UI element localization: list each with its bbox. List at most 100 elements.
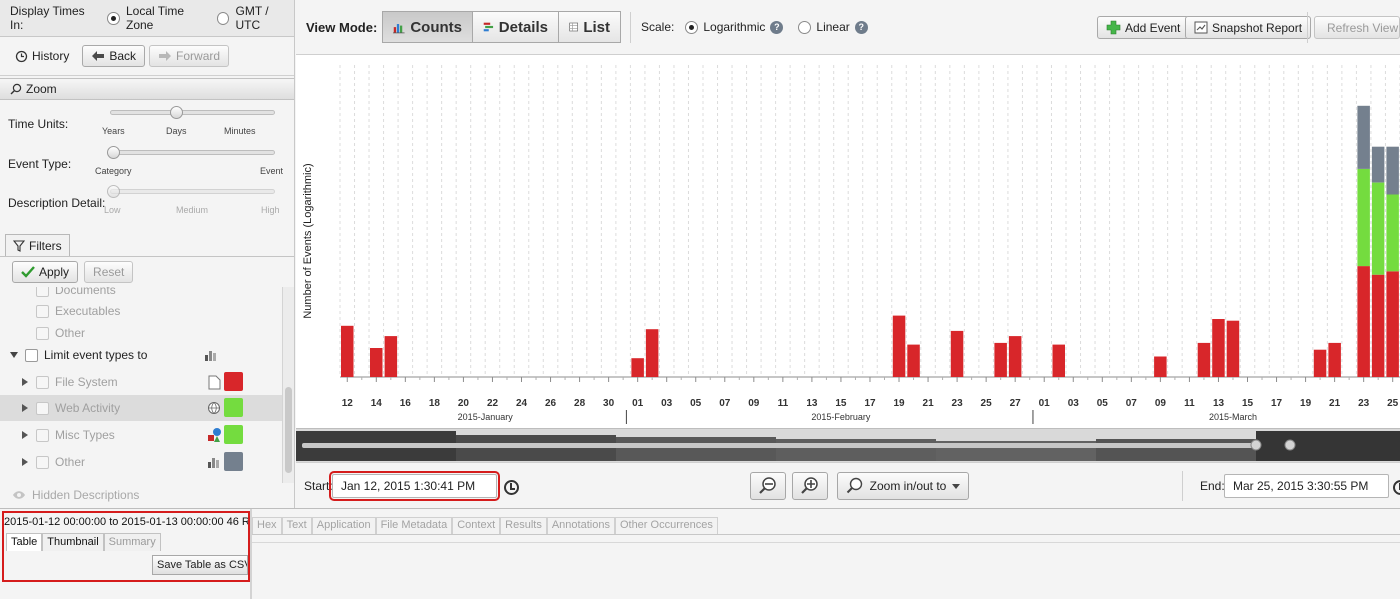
overview-segment (616, 437, 776, 461)
filters-title: Filters (29, 239, 62, 253)
file-system-checkbox[interactable] (36, 375, 49, 389)
other-bottom-checkbox[interactable] (36, 455, 49, 469)
tab-table[interactable]: Table (6, 533, 43, 551)
tab-results[interactable]: Results (500, 517, 547, 534)
expand-arrow-icon[interactable] (10, 352, 18, 358)
overview-range-start-handle[interactable] (1250, 439, 1262, 451)
content-viewer-tabs: Hex Text Application File Metadata Conte… (252, 517, 718, 534)
x-tick-label: 27 (1010, 398, 1022, 409)
snapshot-report-button[interactable]: Snapshot Report (1185, 16, 1312, 39)
executables-checkbox[interactable] (36, 304, 49, 318)
file-system-color-swatch[interactable] (224, 372, 243, 391)
local-timezone-label[interactable]: Local Time Zone (126, 4, 211, 32)
apply-button[interactable]: Apply (12, 261, 79, 283)
filter-item-file-system[interactable]: File System (0, 369, 282, 395)
time-units-slider[interactable] (110, 110, 275, 115)
filters-tab[interactable]: Filters (5, 234, 70, 257)
gmt-utc-radio[interactable] (216, 11, 230, 25)
add-event-button[interactable]: Add Event (1097, 16, 1190, 39)
bar-file-system (1052, 344, 1065, 377)
help-icon[interactable]: ? (770, 20, 784, 34)
scrollbar-thumb[interactable] (285, 387, 292, 473)
history-button[interactable]: History (6, 45, 78, 67)
zoom-section-header[interactable]: Zoom (0, 78, 294, 100)
back-button[interactable]: Back (82, 45, 146, 67)
description-detail-slider-knob[interactable] (107, 185, 120, 198)
zoom-in-button[interactable] (792, 472, 828, 500)
end-datetime-field[interactable]: Mar 25, 2015 3:30:55 PM (1224, 474, 1389, 498)
filter-item-misc-types[interactable]: Misc Types (0, 422, 282, 448)
results-summary-text: 2015-01-12 00:00:00 to 2015-01-13 00:00:… (4, 516, 248, 528)
snapshot-label: Snapshot Report (1212, 20, 1303, 35)
start-datetime-field[interactable]: Jan 12, 2015 1:30:41 PM (329, 471, 500, 501)
event-type-slider[interactable] (110, 150, 275, 155)
x-tick-label: 05 (690, 398, 702, 409)
tab-summary[interactable]: Summary (103, 533, 161, 551)
misc-types-checkbox[interactable] (36, 428, 49, 442)
range-separator (1182, 471, 1183, 501)
start-clock-icon[interactable] (504, 480, 519, 495)
filter-item-limit-event-types[interactable]: Limit event types to (0, 342, 282, 368)
linear-label[interactable]: Linear (816, 20, 849, 34)
zoom-in-out-to-label: Zoom in/out to (869, 479, 947, 493)
expand-arrow-icon[interactable] (22, 404, 28, 412)
description-detail-slider[interactable] (110, 189, 275, 194)
timeline-overview-strip[interactable] (296, 428, 1400, 463)
save-table-as-csv-button[interactable]: Save Table as CSV (152, 555, 248, 575)
logarithmic-radio[interactable] (685, 20, 699, 34)
reset-button[interactable]: Reset (84, 261, 134, 283)
x-tick-label: 25 (981, 398, 993, 409)
time-units-slider-knob[interactable] (170, 106, 183, 119)
tab-thumbnail[interactable]: Thumbnail (42, 533, 104, 551)
expand-arrow-icon[interactable] (22, 378, 28, 386)
tab-application[interactable]: Application (311, 517, 376, 534)
event-type-slider-knob[interactable] (107, 146, 120, 159)
refresh-view-button[interactable]: Refresh View (1314, 16, 1400, 39)
event-types-icon (205, 351, 216, 361)
end-clock-icon[interactable] (1393, 480, 1400, 495)
bar-other (1371, 146, 1385, 183)
documents-label: Documents (55, 287, 116, 297)
other-top-checkbox[interactable] (36, 326, 49, 340)
tab-annotations[interactable]: Annotations (546, 517, 615, 534)
documents-checkbox[interactable] (36, 287, 49, 297)
counts-chart[interactable]: Number of Events (Logarithmic) 12 14 16 18 2… (296, 55, 1400, 428)
limit-event-types-checkbox[interactable] (25, 348, 38, 362)
expand-arrow-icon[interactable] (22, 431, 28, 439)
tab-file-metadata[interactable]: File Metadata (375, 517, 453, 534)
filter-item-other-bottom[interactable]: Other (0, 449, 282, 475)
tab-text[interactable]: Text (281, 517, 312, 534)
linear-radio[interactable] (798, 20, 812, 34)
details-view-button[interactable]: Details (472, 11, 559, 43)
local-timezone-radio[interactable] (107, 11, 120, 25)
reset-label: Reset (93, 265, 125, 279)
other-color-swatch[interactable] (224, 452, 243, 471)
left-panel: Display Times In: Local Time Zone GMT / … (0, 0, 295, 508)
overview-segment (1096, 439, 1256, 461)
list-view-button[interactable]: List (558, 11, 621, 43)
file-system-label: File System (55, 375, 118, 389)
help-icon[interactable]: ? (854, 20, 868, 34)
filter-item-web-activity[interactable]: Web Activity (0, 395, 282, 421)
event-type-tick-category: Category (95, 166, 132, 176)
tab-other-occurrences[interactable]: Other Occurrences (614, 517, 718, 534)
overview-range-end-handle[interactable] (1284, 439, 1296, 451)
chevron-down-icon (952, 483, 961, 489)
zoom-in-out-to-dropdown[interactable]: Zoom in/out to (837, 472, 969, 500)
logarithmic-label[interactable]: Logarithmic (703, 20, 765, 34)
zoom-out-button[interactable] (750, 472, 786, 500)
gmt-utc-label[interactable]: GMT / UTC (235, 4, 294, 32)
tab-context[interactable]: Context (452, 517, 501, 534)
overview-range-track[interactable] (302, 443, 1257, 448)
web-activity-checkbox[interactable] (36, 401, 49, 415)
expand-arrow-icon[interactable] (22, 458, 28, 466)
filter-tree-scrollbar[interactable] (282, 287, 294, 483)
tab-hex[interactable]: Hex (252, 517, 282, 534)
web-activity-color-swatch[interactable] (224, 398, 243, 417)
counts-view-button[interactable]: Counts (382, 11, 473, 43)
hidden-descriptions-header[interactable]: Hidden Descriptions (0, 483, 294, 507)
misc-types-color-swatch[interactable] (224, 425, 243, 444)
bar-file-system (1226, 320, 1240, 377)
forward-button[interactable]: Forward (149, 45, 230, 67)
x-tick-label: 18 (429, 398, 441, 409)
